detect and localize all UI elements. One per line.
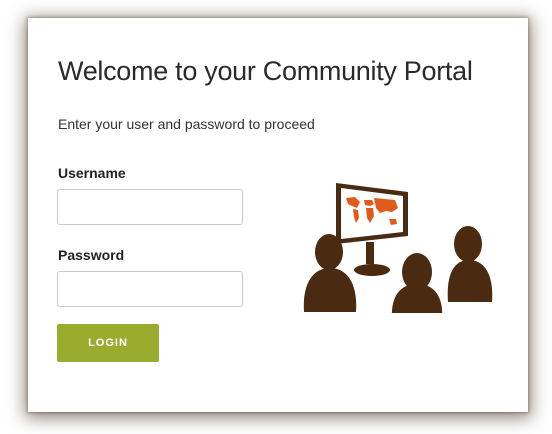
username-input[interactable]	[57, 189, 243, 225]
person-right-icon	[447, 226, 493, 302]
community-computer-icon	[303, 183, 493, 313]
username-label: Username	[58, 165, 126, 181]
page-subtitle: Enter your user and password to proceed	[58, 116, 315, 132]
login-button[interactable]: LOGIN	[57, 324, 159, 362]
login-card: Welcome to your Community Portal Enter y…	[28, 18, 528, 412]
password-label: Password	[58, 247, 125, 263]
monitor-icon	[336, 183, 408, 276]
page: Welcome to your Community Portal Enter y…	[0, 0, 552, 434]
person-middle-icon	[391, 253, 443, 313]
page-title: Welcome to your Community Portal	[58, 56, 473, 86]
person-left-icon	[303, 234, 357, 312]
password-input[interactable]	[57, 271, 243, 307]
